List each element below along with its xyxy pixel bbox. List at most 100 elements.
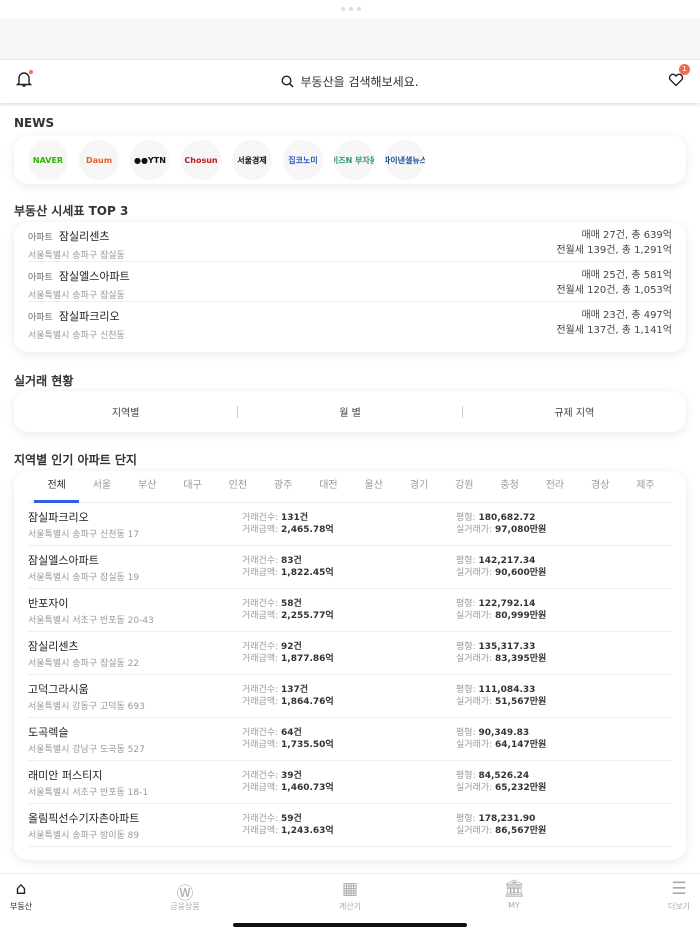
top3-row[interactable]: 아파트 잠실파크리오 서울특별시 송파구 신천동 매매 23건, 총 497억 전월세 … bbox=[28, 302, 672, 342]
trade-stats: 거래건수: 39건 거래금액: 1,460.73억 bbox=[242, 770, 456, 794]
trade-amount: 거래금액: 1,822.45억 bbox=[242, 567, 456, 579]
sale-summary: 매매 25건, 총 581억 bbox=[581, 269, 672, 281]
top3-title: 부동산 시세표 TOP 3 bbox=[14, 204, 129, 218]
apartment-row[interactable]: 반포자이 서울특별시 서초구 반포동 20-43 거래건수: 58건 거래금액: 2,… bbox=[28, 589, 672, 632]
property-type: 아파트 bbox=[28, 232, 53, 243]
trade-amount: 거래금액: 1,864.76억 bbox=[242, 696, 456, 708]
realtrade-segment: 지역별 월 별 규제 지역 bbox=[14, 391, 686, 432]
search-input[interactable]: 부동산을 검색해보세요. bbox=[281, 73, 419, 90]
price-stats: 평형: 142,217.34 실거래가: 90,600만원 bbox=[456, 555, 672, 579]
area-label: 평형: bbox=[456, 728, 479, 738]
tab-region[interactable]: 부산 bbox=[125, 471, 170, 502]
trade-amount: 거래금액: 2,465.78억 bbox=[242, 524, 456, 536]
real-price-value: 51,567만원 bbox=[495, 697, 547, 707]
property-type: 아파트 bbox=[28, 272, 53, 283]
realtrade-title: 실거래 현황 bbox=[14, 374, 74, 388]
real-price-label: 실거래가: bbox=[456, 654, 496, 664]
apartment-list[interactable]: 잠실파크리오 서울특별시 송파구 신천동 17 거래건수: 131건 거래금액: 2,… bbox=[28, 503, 672, 860]
real-price-value: 65,232만원 bbox=[495, 783, 547, 793]
apartment-row[interactable]: 고덕그라시움 서울특별시 강동구 고덕동 693 거래건수: 137건 거래금액: 1… bbox=[28, 675, 672, 718]
tab-region[interactable]: 광주 bbox=[260, 471, 305, 502]
tab-won-coin[interactable]: Ⓦ 금융상품 bbox=[165, 879, 205, 912]
apartment-address: 서울특별시 송파구 잠실동 19 bbox=[28, 572, 140, 583]
area: 평형: 111,084.33 bbox=[456, 684, 672, 696]
trade-amount-label: 거래금액: bbox=[242, 568, 282, 578]
apartment-row[interactable]: 우미거래건수: 71건평형: 106,809.42 bbox=[28, 847, 672, 860]
tab-region[interactable]: 경상 bbox=[578, 471, 623, 502]
property-address: 서울특별시 송파구 잠실동 bbox=[28, 250, 125, 261]
apartment-row[interactable]: 래미안 퍼스티지 서울특별시 서초구 반포동 18-1 거래건수: 39건 거래금액:… bbox=[28, 761, 672, 804]
news-sources: NAVER Daum ●●YTN Chosun 서울경제 집코노미 비즈N 부자동 파이낸셜뉴… bbox=[14, 136, 686, 184]
calculator-icon: ▦ bbox=[341, 879, 359, 899]
news-source-logo[interactable]: 집코노미 bbox=[283, 140, 323, 180]
real-price: 실거래가: 90,600만원 bbox=[456, 567, 672, 579]
region-tabs: 전체 서울 부산 대구 인천 광주 대전 울산 경기 강원 충청 전라 경상 제주 bbox=[28, 471, 672, 503]
tab-label: 더보기 bbox=[667, 902, 691, 911]
apartment-name: 잠실엘스아파트 bbox=[28, 553, 99, 567]
tab-region[interactable]: 서울 bbox=[79, 471, 124, 502]
news-source-logo[interactable]: Chosun bbox=[181, 140, 221, 180]
area-label: 평형: bbox=[456, 599, 479, 609]
trade-amount-value: 2,465.78억 bbox=[281, 525, 334, 535]
trade-count-value: 137건 bbox=[281, 685, 309, 695]
trade-count: 거래건수: 58건 bbox=[242, 598, 456, 610]
tab-region[interactable]: 대구 bbox=[170, 471, 215, 502]
real-price: 실거래가: 51,567만원 bbox=[456, 696, 672, 708]
tab-region[interactable]: 전라 bbox=[532, 471, 577, 502]
notification-button[interactable] bbox=[15, 70, 33, 92]
area-value: 111,084.33 bbox=[478, 685, 536, 695]
tab-region[interactable]: 충청 bbox=[487, 471, 532, 502]
trade-amount: 거래금액: 2,255.77억 bbox=[242, 610, 456, 622]
tab-region[interactable]: 제주 bbox=[623, 471, 668, 502]
tab-building-doc[interactable]: ⌂ 부동산 bbox=[1, 879, 41, 912]
news-source-logo[interactable]: ●●YTN bbox=[130, 140, 170, 180]
apartment-row[interactable]: 도곡렉슬 서울특별시 강남구 도곡동 527 거래건수: 64건 거래금액: 1,73… bbox=[28, 718, 672, 761]
real-price-value: 83,395만원 bbox=[495, 654, 547, 664]
news-source-logo[interactable]: 비즈N 부자동 bbox=[334, 140, 374, 180]
price-stats: 평형: 90,349.83 실거래가: 64,147만원 bbox=[456, 727, 672, 751]
trade-amount: 거래금액: 1,460.73억 bbox=[242, 782, 456, 794]
window-handle[interactable] bbox=[341, 7, 361, 11]
news-source-logo[interactable]: 파이낸셜뉴스 bbox=[385, 140, 425, 180]
apartment-row[interactable]: 잠실리센츠 서울특별시 송파구 잠실동 22 거래건수: 92건 거래금액: 1,87… bbox=[28, 632, 672, 675]
news-source-logo[interactable]: NAVER bbox=[28, 140, 68, 180]
sale-summary: 매매 27건, 총 639억 bbox=[581, 229, 672, 241]
favorites-button[interactable]: 1 bbox=[668, 64, 690, 91]
bank-icon: 🏛 bbox=[503, 879, 525, 899]
trade-count: 거래건수: 59건 bbox=[242, 813, 456, 825]
tab-region[interactable]: 울산 bbox=[351, 471, 396, 502]
news-source-logo[interactable]: Daum bbox=[79, 140, 119, 180]
news-source-logo[interactable]: 서울경제 bbox=[232, 140, 272, 180]
top3-row[interactable]: 아파트 잠실리센츠 서울특별시 송파구 잠실동 매매 27건, 총 639억 전월세 1… bbox=[28, 222, 672, 262]
top3-heading: 아파트 잠실엘스아파트 bbox=[28, 265, 130, 284]
tab-region[interactable]: 대전 bbox=[306, 471, 351, 502]
tab-region[interactable]: 강원 bbox=[442, 471, 487, 502]
realtrade-by-region[interactable]: 지역별 bbox=[14, 404, 237, 419]
tab-region[interactable]: 전체 bbox=[34, 471, 80, 503]
realtrade-regulated-area[interactable]: 규제 지역 bbox=[463, 404, 686, 419]
top3-info: 아파트 잠실엘스아파트 서울특별시 송파구 잠실동 bbox=[28, 265, 130, 301]
tab-calculator[interactable]: ▦ 계산기 bbox=[330, 879, 370, 912]
property-name: 잠실파크리오 bbox=[58, 310, 120, 323]
tab-menu[interactable]: ☰ 더보기 bbox=[659, 879, 699, 912]
apartment-row[interactable]: 잠실파크리오 서울특별시 송파구 신천동 17 거래건수: 131건 거래금액: 2,… bbox=[28, 503, 672, 546]
apartment-row[interactable]: 올림픽선수기자촌아파트 서울특별시 송파구 방이동 89 거래건수: 59건 거래금액… bbox=[28, 804, 672, 847]
top3-row[interactable]: 아파트 잠실엘스아파트 서울특별시 송파구 잠실동 매매 25건, 총 581억전월세… bbox=[28, 262, 672, 302]
news-title: NEWS bbox=[14, 116, 55, 130]
apartment-name: 우미 bbox=[28, 859, 242, 860]
trade-count-label: 거래건수: bbox=[242, 513, 282, 523]
search-placeholder: 부동산을 검색해보세요. bbox=[300, 75, 419, 89]
apartment-name: 고덕그라시움 bbox=[28, 682, 89, 696]
apartment-row[interactable]: 잠실엘스아파트 서울특별시 송파구 잠실동 19 거래건수: 83건 거래금액: 1,… bbox=[28, 546, 672, 589]
area: 평형: 178,231.90 bbox=[456, 813, 672, 825]
tab-bank[interactable]: 🏛 MY bbox=[494, 879, 534, 910]
tab-region[interactable]: 경기 bbox=[396, 471, 441, 502]
apartment-name: 도곡렉슬 bbox=[28, 725, 69, 739]
rent-summary: 전월세 120건, 총 1,053억 bbox=[556, 284, 672, 296]
trade-amount-value: 1,877.86억 bbox=[281, 654, 334, 664]
realtrade-by-month[interactable]: 월 별 bbox=[238, 404, 461, 419]
area-label: 평형: bbox=[456, 642, 479, 652]
trade-amount-label: 거래금액: bbox=[242, 654, 282, 664]
tab-region[interactable]: 인천 bbox=[215, 471, 260, 502]
real-price-label: 실거래가: bbox=[456, 740, 496, 750]
